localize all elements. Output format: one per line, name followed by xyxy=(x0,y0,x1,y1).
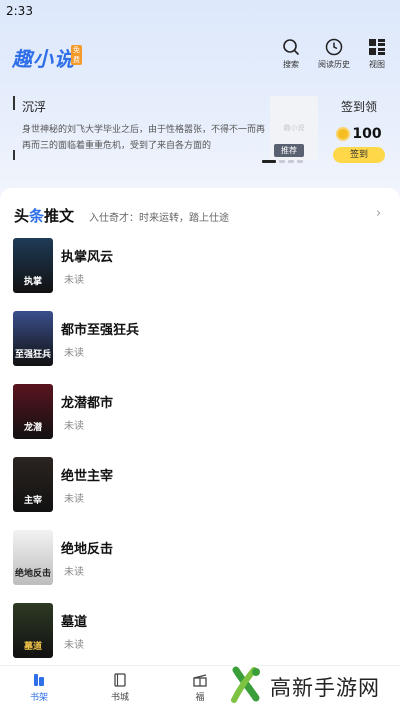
headline-section: 头条推文 入仕奇才：时来运转，踏上仕途 › 执掌 执掌风云 未读 至强狂兵 都市… xyxy=(0,188,400,711)
book-item[interactable]: 绝地反击 绝地反击 未读 xyxy=(0,530,400,603)
book-title[interactable]: 绝世主宰 xyxy=(61,465,113,484)
banner-indicator-bottom xyxy=(13,150,15,160)
read-status: 未读 xyxy=(64,494,84,505)
reading-history-button[interactable]: 阅读历史 xyxy=(318,38,350,70)
read-status: 未读 xyxy=(64,567,84,578)
status-bar: 2:33 xyxy=(0,0,400,22)
read-status: 未读 xyxy=(64,348,84,359)
recommend-tag: 推荐 xyxy=(274,144,304,157)
clock-icon xyxy=(325,38,343,56)
book-cover[interactable]: 执掌 xyxy=(13,238,53,293)
reading-history-label: 阅读历史 xyxy=(318,60,350,69)
search-icon xyxy=(283,39,300,56)
section-title-emphasis: 条 xyxy=(29,207,45,225)
section-title: 头条推文 xyxy=(14,205,74,226)
book-cover[interactable]: 龙潜 xyxy=(13,384,53,439)
nav-welfare-label: 福 xyxy=(195,693,205,703)
pagination-dot xyxy=(297,160,303,163)
coin-icon xyxy=(336,126,351,141)
book-cover[interactable]: 绝地反击 xyxy=(13,530,53,585)
book-cover[interactable]: 至强狂兵 xyxy=(13,311,53,366)
banner-pagination xyxy=(262,160,306,179)
book-title[interactable]: 绝地反击 xyxy=(61,538,113,557)
nav-bookshelf[interactable]: 书架 xyxy=(14,672,64,703)
pagination-dot xyxy=(279,160,285,163)
nav-bookshelf-label: 书架 xyxy=(29,693,48,703)
book-title[interactable]: 都市至强狂兵 xyxy=(61,319,139,338)
pagination-dot-active xyxy=(262,160,276,163)
banner-description: 身世神秘的刘飞大学毕业之后，由于性格嚣张，不得不一而再再而三的面临着重重危机，受… xyxy=(22,125,266,151)
book-item[interactable]: 龙潜 龙潜都市 未读 xyxy=(0,384,400,457)
section-subtitle[interactable]: 入仕奇才：时来运转，踏上仕途 xyxy=(89,209,229,224)
nav-bookstore-label: 书城 xyxy=(110,693,129,703)
banner-title: 沉浮 xyxy=(22,100,47,114)
read-status: 未读 xyxy=(64,421,84,432)
book-list: 执掌 执掌风云 未读 至强狂兵 都市至强狂兵 未读 龙潜 龙潜都市 未读 主宰 … xyxy=(0,238,400,676)
book-cover[interactable]: 墓道 xyxy=(13,603,53,658)
nav-welfare[interactable]: 福 xyxy=(175,672,225,703)
cover-title: 绝地反击 xyxy=(14,569,51,579)
featured-banner[interactable]: 沉浮 身世神秘的刘飞大学毕业之后，由于性格嚣张，不得不一而再再而三的面临着重重危… xyxy=(0,88,400,170)
nav-bookstore[interactable]: 书城 xyxy=(95,672,145,703)
pagination-dot xyxy=(288,160,294,163)
view-button[interactable]: 视图 xyxy=(368,38,386,70)
book-title[interactable]: 墓道 xyxy=(61,611,87,630)
watermark-logo-icon xyxy=(231,666,260,703)
watermark-logo xyxy=(222,662,268,708)
section-title-part1: 头 xyxy=(14,207,30,225)
grid-view-icon xyxy=(369,39,385,55)
book-icon xyxy=(114,673,126,687)
read-status: 未读 xyxy=(64,275,84,286)
book-item[interactable]: 主宰 绝世主宰 未读 xyxy=(0,457,400,530)
cover-title: 龙潜 xyxy=(23,423,42,433)
book-item[interactable]: 至强狂兵 都市至强狂兵 未读 xyxy=(0,311,400,384)
gift-icon xyxy=(193,674,207,687)
coin-reward: 100 xyxy=(332,123,386,142)
cover-title: 至强狂兵 xyxy=(14,350,51,360)
chevron-right-icon[interactable]: › xyxy=(376,206,381,221)
app-header: 趣小说 免费 搜索 阅读历史 视图 xyxy=(0,32,400,78)
cover-title: 墓道 xyxy=(23,642,42,652)
book-cover[interactable]: 主宰 xyxy=(13,457,53,512)
signin-widget: 签到领 100 签到 xyxy=(332,98,386,163)
search-label: 搜索 xyxy=(283,60,299,69)
signin-label: 签到领 xyxy=(340,100,377,114)
read-status: 未读 xyxy=(64,640,84,651)
signin-button[interactable]: 签到 xyxy=(333,147,385,163)
status-time: 2:33 xyxy=(6,4,33,18)
cover-title: 执掌 xyxy=(23,277,42,287)
watermark-text: 高新手游网 xyxy=(270,676,380,700)
book-title[interactable]: 执掌风云 xyxy=(61,246,113,265)
search-button[interactable]: 搜索 xyxy=(282,38,300,70)
app-logo: 趣小说 xyxy=(12,47,75,71)
book-item[interactable]: 执掌 执掌风云 未读 xyxy=(0,238,400,311)
view-label: 视图 xyxy=(369,60,385,69)
banner-indicator xyxy=(13,96,15,110)
book-title[interactable]: 龙潜都市 xyxy=(61,392,113,411)
section-title-part2: 推文 xyxy=(44,207,75,225)
coin-amount: 100 xyxy=(352,125,382,142)
cover-title: 主宰 xyxy=(23,496,42,506)
site-watermark: 高新手游网 xyxy=(220,660,400,711)
bookshelf-icon xyxy=(34,674,44,686)
logo-badge: 免费 xyxy=(71,45,82,65)
